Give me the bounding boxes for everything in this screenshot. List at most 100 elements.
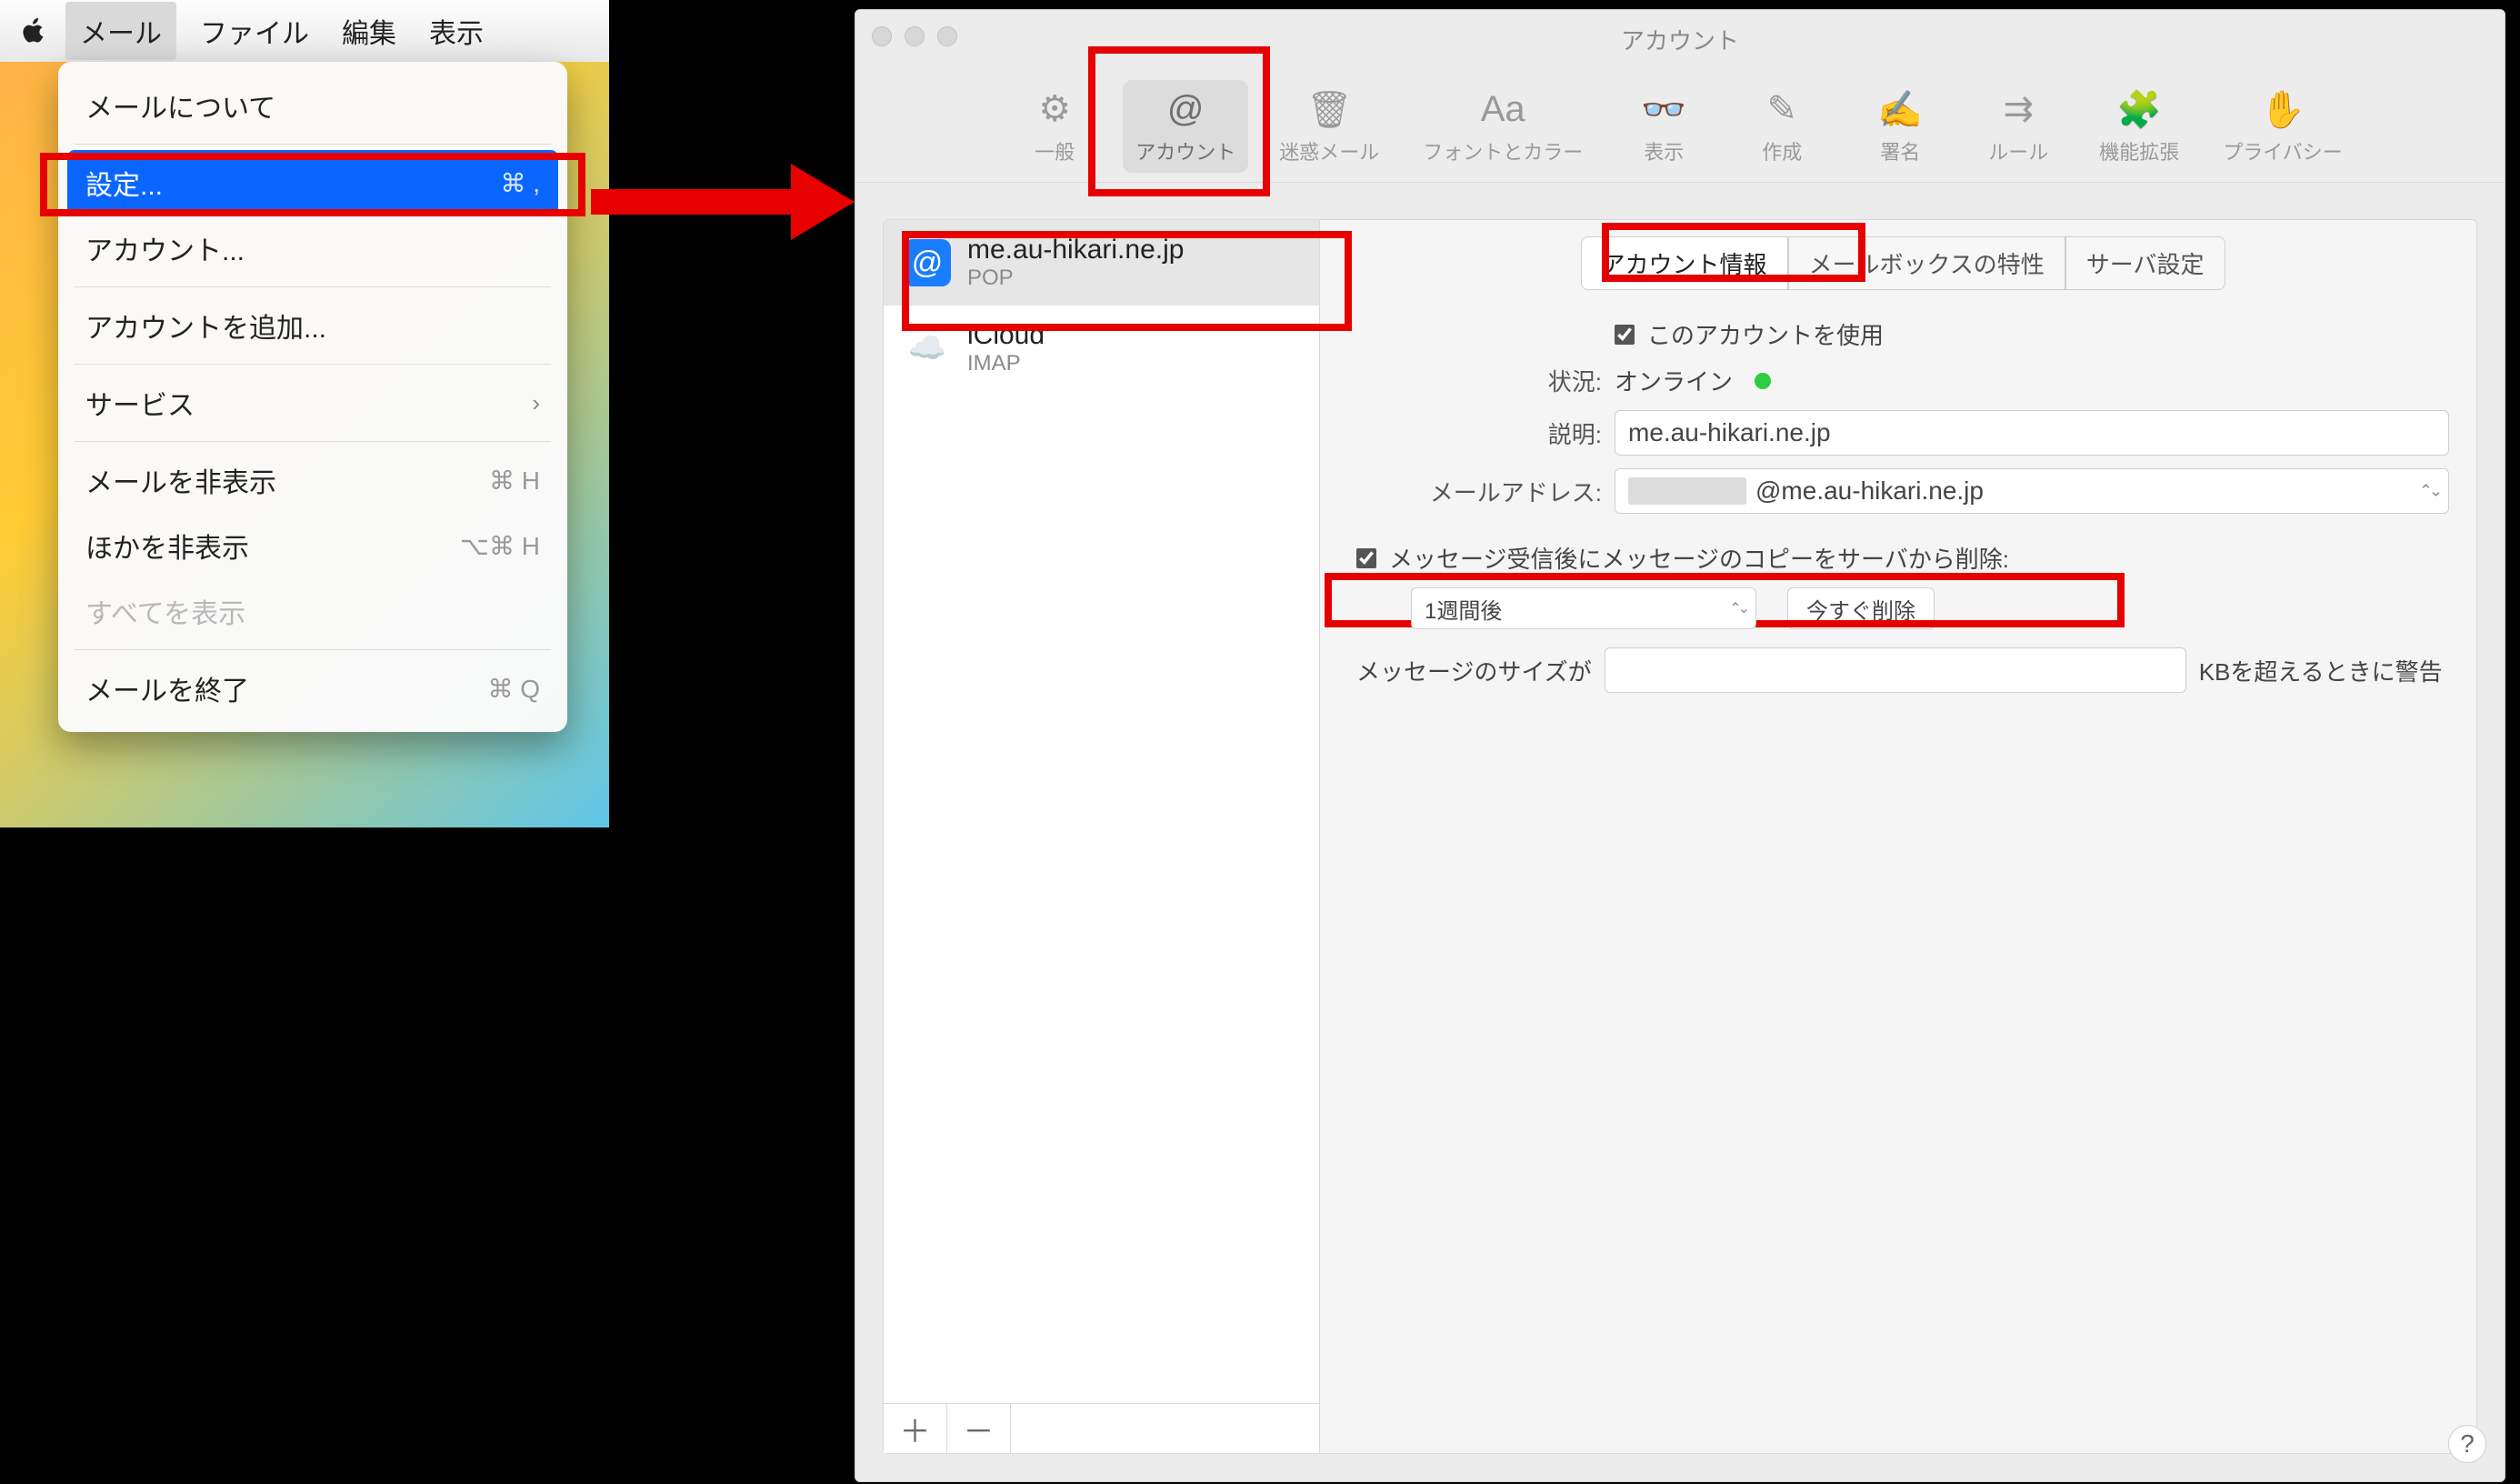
arrow-icon (591, 164, 855, 236)
tb-viewing[interactable]: 👓 表示 (1614, 80, 1714, 173)
dd-about[interactable]: メールについて (58, 73, 567, 138)
email-select[interactable]: @me.au-hikari.ne.jp (1615, 468, 2449, 514)
seg-mailbox[interactable]: メールボックスの特性 (1788, 236, 2065, 290)
dd-accounts[interactable]: アカウント... (58, 216, 567, 281)
tb-privacy[interactable]: ✋ プライバシー (2210, 80, 2355, 173)
size-label-post: KBを超えるときに警告 (2199, 654, 2443, 687)
dd-hide-others[interactable]: ほかを非表示 ⌥⌘ H (58, 513, 567, 578)
tb-fonts-label: フォントとカラー (1423, 136, 1583, 165)
tb-signatures[interactable]: ✍ 署名 (1850, 80, 1950, 173)
delete-after-value: 1週間後 (1425, 593, 1502, 625)
tb-composing[interactable]: ✎ 作成 (1732, 80, 1832, 173)
dd-add-account-label: アカウントを追加... (85, 306, 326, 346)
tb-composing-label: 作成 (1762, 136, 1802, 165)
tb-extensions[interactable]: 🧩機能拡張 (2086, 80, 2192, 173)
dd-settings[interactable]: 設定... ⌘ , (67, 150, 558, 216)
dd-hide-others-shortcut: ⌥⌘ H (460, 531, 540, 561)
menu-mail[interactable]: メール (65, 2, 176, 60)
window-title: アカウント (855, 23, 2505, 56)
dd-hide-others-label: ほかを非表示 (85, 526, 249, 566)
remove-account-button[interactable]: － (947, 1404, 1011, 1453)
dd-settings-label: 設定... (85, 163, 163, 203)
delete-after-select[interactable]: 1週間後 (1411, 587, 1756, 629)
at-icon: @ (1164, 87, 1207, 131)
dd-services-label: サービス (85, 383, 195, 423)
dd-hide-mail-shortcut: ⌘ H (489, 466, 540, 496)
mail-dropdown: メールについて 設定... ⌘ , アカウント... アカウントを追加... サ… (58, 62, 567, 732)
row-status: 状況: オンライン (1356, 364, 2449, 397)
account-text: iCloud IMAP (967, 320, 1045, 376)
dd-hide-mail[interactable]: メールを非表示 ⌘ H (58, 447, 567, 513)
dd-hide-mail-label: メールを非表示 (85, 460, 276, 500)
delete-now-button[interactable]: 今すぐ削除 (1787, 587, 1935, 629)
seg-server[interactable]: サーバ設定 (2065, 236, 2225, 290)
menubar: メール ファイル 編集 表示 (0, 0, 609, 62)
dd-show-all: すべてを表示 (58, 578, 567, 644)
accounts-sidebar: @ me.au-hikari.ne.jp POP ☁️ iCloud IMAP … (884, 220, 1320, 1453)
glasses-icon: 👓 (1642, 87, 1685, 131)
email-label: メールアドレス: (1356, 475, 1602, 508)
account-item-pop[interactable]: @ me.au-hikari.ne.jp POP (884, 220, 1319, 306)
tb-general[interactable]: ⚙ 一般 (1005, 80, 1105, 173)
description-input[interactable]: me.au-hikari.ne.jp (1615, 410, 2449, 456)
enable-account-checkbox[interactable] (1615, 325, 1635, 345)
gear-icon: ⚙ (1033, 87, 1076, 131)
account-item-icloud[interactable]: ☁️ iCloud IMAP (884, 306, 1319, 391)
tb-rules-label: ルール (1988, 136, 2048, 165)
account-text: me.au-hikari.ne.jp POP (967, 235, 1184, 291)
dd-settings-shortcut: ⌘ , (500, 168, 540, 198)
help-button[interactable]: ? (2448, 1425, 2486, 1463)
sidebar-footer: ＋ － (884, 1403, 1319, 1453)
left-panel: メール ファイル 編集 表示 メールについて 設定... ⌘ , アカウント..… (0, 0, 609, 827)
delete-copy-checkbox[interactable] (1356, 548, 1376, 568)
seg-info[interactable]: アカウント情報 (1581, 236, 1788, 290)
tb-signatures-label: 署名 (1880, 136, 1920, 165)
apple-logo-icon[interactable] (18, 16, 47, 45)
compose-icon: ✎ (1760, 87, 1804, 131)
dd-accounts-label: アカウント... (85, 228, 245, 268)
separator (75, 649, 551, 650)
at-icon: @ (904, 239, 951, 286)
row-delete-after: 1週間後 今すぐ削除 (1375, 587, 2449, 629)
row-delete-copy: メッセージ受信後にメッセージのコピーをサーバから削除: (1356, 541, 2449, 575)
tb-junk[interactable]: 🗑迷惑メール (1266, 80, 1392, 173)
tb-viewing-label: 表示 (1644, 136, 1684, 165)
separator (75, 441, 551, 442)
tb-rules[interactable]: ⇉ ルール (1968, 80, 2068, 173)
puzzle-icon: 🧩 (2117, 87, 2161, 131)
account-detail: アカウント情報 メールボックスの特性 サーバ設定 このアカウントを使用 状況: … (1320, 220, 2476, 1453)
description-value: me.au-hikari.ne.jp (1628, 418, 1831, 447)
tb-general-label: 一般 (1035, 136, 1075, 165)
add-account-button[interactable]: ＋ (884, 1404, 947, 1453)
desc-label: 説明: (1356, 416, 1602, 450)
hand-icon: ✋ (2261, 87, 2305, 131)
status-label: 状況: (1356, 364, 1602, 397)
row-enable: このアカウントを使用 (1356, 317, 2449, 351)
separator (75, 286, 551, 287)
menu-file[interactable]: ファイル (184, 2, 325, 60)
menu-view[interactable]: 表示 (413, 2, 500, 60)
content-area: @ me.au-hikari.ne.jp POP ☁️ iCloud IMAP … (883, 219, 2477, 1454)
status-value: オンライン (1615, 364, 1733, 397)
dd-quit[interactable]: メールを終了 ⌘ Q (58, 656, 567, 721)
account-proto: IMAP (967, 351, 1045, 376)
preferences-window: アカウント ⚙ 一般 @アカウント 🗑迷惑メール Aaフォントとカラー 👓 表示 ✎… (855, 9, 2505, 1482)
account-name: me.au-hikari.ne.jp (967, 235, 1184, 266)
tb-accounts[interactable]: @アカウント (1123, 80, 1248, 173)
size-input[interactable] (1605, 647, 2186, 693)
email-value: @me.au-hikari.ne.jp (1755, 476, 1984, 506)
dd-show-all-label: すべてを表示 (85, 591, 245, 631)
tb-privacy-label: プライバシー (2223, 136, 2343, 165)
rules-icon: ⇉ (1996, 87, 2040, 131)
segmented-control: アカウント情報 メールボックスの特性 サーバ設定 (1356, 236, 2449, 290)
dd-add-account[interactable]: アカウントを追加... (58, 293, 567, 358)
dd-quit-label: メールを終了 (85, 668, 249, 708)
dd-services[interactable]: サービス› (58, 370, 567, 436)
dd-quit-shortcut: ⌘ Q (487, 674, 540, 704)
row-email: メールアドレス: @me.au-hikari.ne.jp (1356, 468, 2449, 514)
tb-fonts[interactable]: Aaフォントとカラー (1410, 80, 1595, 173)
delete-copy-label: メッセージ受信後にメッセージのコピーをサーバから削除: (1389, 541, 2009, 575)
cloud-icon: ☁️ (904, 325, 951, 372)
signature-icon: ✍ (1878, 87, 1922, 131)
menu-edit[interactable]: 編集 (325, 2, 413, 60)
